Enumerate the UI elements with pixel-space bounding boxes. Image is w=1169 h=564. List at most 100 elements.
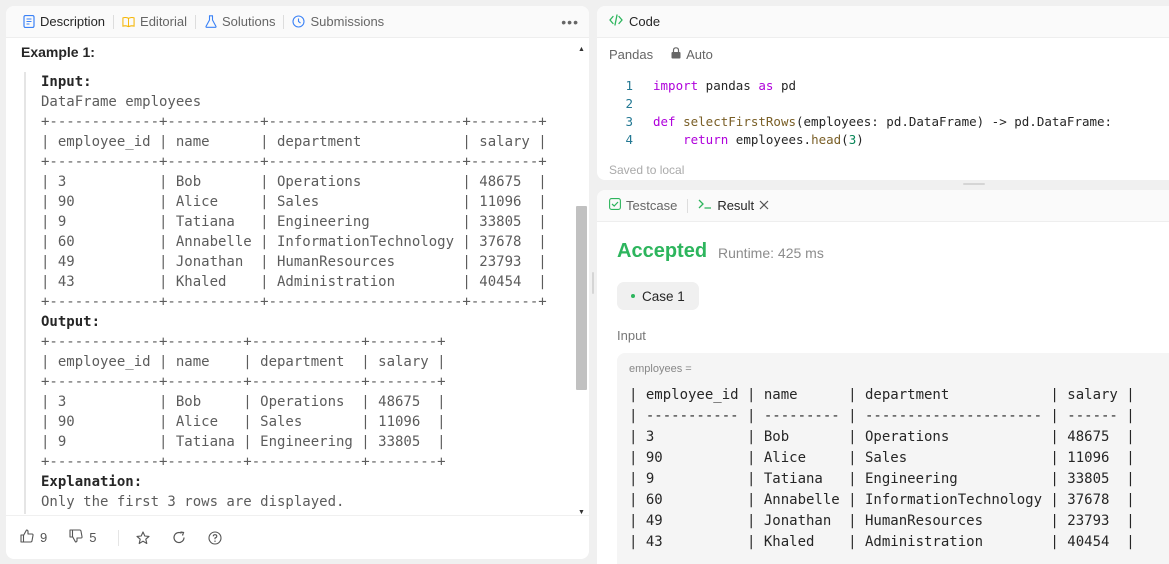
tab-submissions[interactable]: Submissions: [286, 6, 390, 38]
dataframe-name: DataFrame employees: [41, 94, 202, 110]
table-row: | employee_id | name | department | sala…: [629, 387, 1135, 403]
input-label: Input:: [41, 74, 92, 90]
tab-divider: [283, 14, 285, 29]
code-header: Code: [597, 6, 1169, 38]
table-row: | 3 | Bob | Operations | 48675 |: [41, 174, 547, 190]
code-line: 1 import pandas as pd: [597, 77, 1169, 95]
tab-result[interactable]: Result: [698, 198, 769, 213]
thumbs-down-icon: [69, 529, 83, 546]
line-number: 3: [625, 114, 633, 129]
case-1-button[interactable]: Case 1: [617, 282, 699, 310]
table-row: | employee_id | name | department | sala…: [41, 134, 547, 150]
dislike-button[interactable]: 5: [69, 529, 96, 546]
tab-divider: [113, 14, 115, 29]
code-text: return employees.head(3): [683, 132, 864, 147]
lock-icon: [671, 46, 681, 62]
tab-description-label: Description: [40, 14, 106, 29]
book-icon: [122, 15, 135, 28]
table-row: | 49 | Jonathan | HumanResources | 23793…: [41, 254, 547, 270]
language-selector[interactable]: Pandas: [609, 47, 653, 62]
like-button[interactable]: 9: [20, 529, 47, 546]
checkbox-icon: [609, 198, 621, 213]
code-editor[interactable]: 1 import pandas as pd 2 3 def selectFirs…: [597, 77, 1169, 149]
more-options-icon[interactable]: •••: [561, 14, 579, 30]
left-tab-bar: Description Editorial Solutions Submissi…: [6, 6, 589, 38]
code-text: import pandas as pd: [653, 78, 797, 93]
table-row: +-------------+---------+-------------+-…: [41, 374, 446, 390]
line-number: 1: [625, 78, 633, 93]
code-line: 3 def selectFirstRows(employees: pd.Data…: [597, 113, 1169, 131]
auto-mode-toggle[interactable]: Auto: [671, 47, 713, 62]
thumbs-up-icon: [20, 529, 34, 546]
result-status: Accepted: [617, 240, 708, 262]
result-tab-bar: Testcase Result: [597, 190, 1169, 222]
result-input-box: employees = | employee_id | name | depar…: [617, 353, 1169, 564]
result-input-label: Input: [617, 328, 646, 343]
tab-testcase[interactable]: Testcase: [609, 198, 677, 213]
help-icon[interactable]: [207, 530, 223, 546]
table-row: +-------------+---------+-------------+-…: [41, 454, 446, 470]
scrollbar-thumb[interactable]: [576, 206, 587, 390]
table-row: | ----------- | --------- | ------------…: [629, 408, 1135, 424]
output-label: Output:: [41, 314, 101, 330]
history-icon: [292, 15, 306, 28]
runtime-text: Runtime: 425 ms: [718, 245, 824, 261]
tab-solutions-label: Solutions: [222, 14, 276, 29]
table-row: | 90 | Alice | Sales | 11096 |: [41, 414, 446, 430]
star-icon[interactable]: [135, 530, 151, 546]
example-title: Example 1:: [21, 44, 95, 60]
horizontal-resize-handle[interactable]: [963, 183, 985, 185]
code-header-label: Code: [629, 14, 661, 29]
result-input-table: | employee_id | name | department | sala…: [629, 385, 1135, 553]
code-panel: Code Pandas Auto 1 import pandas as pd 2…: [597, 6, 1169, 180]
code-toolbar: Pandas Auto: [597, 38, 1169, 70]
line-number: 2: [625, 96, 633, 111]
share-icon[interactable]: [171, 530, 187, 546]
tab-submissions-label: Submissions: [310, 14, 385, 29]
table-row: +-------------+---------+-------------+-…: [41, 334, 446, 350]
explanation-text: Only the first 3 rows are displayed.: [41, 494, 345, 510]
table-row: | 3 | Bob | Operations | 48675 |: [629, 429, 1135, 445]
tab-testcase-label: Testcase: [626, 198, 678, 213]
variable-label: employees =: [629, 363, 692, 375]
table-row: | 3 | Bob | Operations | 48675 |: [41, 394, 446, 410]
table-row: | 90 | Alice | Sales | 11096 |: [41, 194, 547, 210]
example-output-table: +-------------+---------+-------------+-…: [41, 332, 564, 472]
table-row: | 43 | Khaled | Administration | 40454 |: [629, 534, 1135, 550]
table-row: | 49 | Jonathan | HumanResources | 23793…: [629, 513, 1135, 529]
table-row: | 9 | Tatiana | Engineering | 33805 |: [41, 214, 547, 230]
table-row: | 60 | Annabelle | InformationTechnology…: [41, 234, 547, 250]
code-text: def selectFirstRows(employees: pd.DataFr…: [653, 114, 1113, 129]
table-row: | 60 | Annabelle | InformationTechnology…: [629, 492, 1135, 508]
code-line: 4 return employees.head(3): [597, 131, 1169, 149]
flask-icon: [204, 15, 217, 28]
scroll-up-icon[interactable]: ▲: [578, 46, 585, 53]
description-footer: 9 5: [6, 515, 589, 559]
table-row: +-------------+-----------+-------------…: [41, 294, 547, 310]
code-icon: [609, 14, 623, 29]
vertical-resize-handle[interactable]: [592, 272, 594, 294]
code-line: 2: [597, 95, 1169, 113]
saved-status: Saved to local: [609, 163, 685, 177]
description-panel: Description Editorial Solutions Submissi…: [6, 6, 589, 559]
table-row: | 43 | Khaled | Administration | 40454 |: [41, 274, 547, 290]
terminal-icon: [698, 198, 712, 213]
footer-divider: [118, 529, 120, 546]
result-panel: Testcase Result Accepted Runtime: 425 ms…: [597, 190, 1169, 564]
description-scrollbar[interactable]: ▲ ▼: [574, 38, 589, 516]
table-row: +-------------+-----------+-------------…: [41, 154, 547, 170]
description-content: Example 1: Input: DataFrame employees +-…: [6, 38, 572, 514]
tab-editorial[interactable]: Editorial: [116, 6, 193, 38]
table-row: +-------------+-----------+-------------…: [41, 114, 547, 130]
tab-solutions[interactable]: Solutions: [198, 6, 281, 38]
tab-divider: [687, 198, 689, 213]
tab-divider: [195, 14, 196, 29]
table-row: | 9 | Tatiana | Engineering | 33805 |: [41, 434, 446, 450]
close-icon[interactable]: [759, 198, 769, 213]
auto-mode-label: Auto: [686, 46, 713, 62]
dislike-count: 5: [89, 530, 97, 545]
example-input-table: +-------------+-----------+-------------…: [41, 112, 564, 312]
example-block: Input: DataFrame employees +------------…: [24, 72, 564, 514]
tab-description[interactable]: Description: [16, 6, 111, 38]
